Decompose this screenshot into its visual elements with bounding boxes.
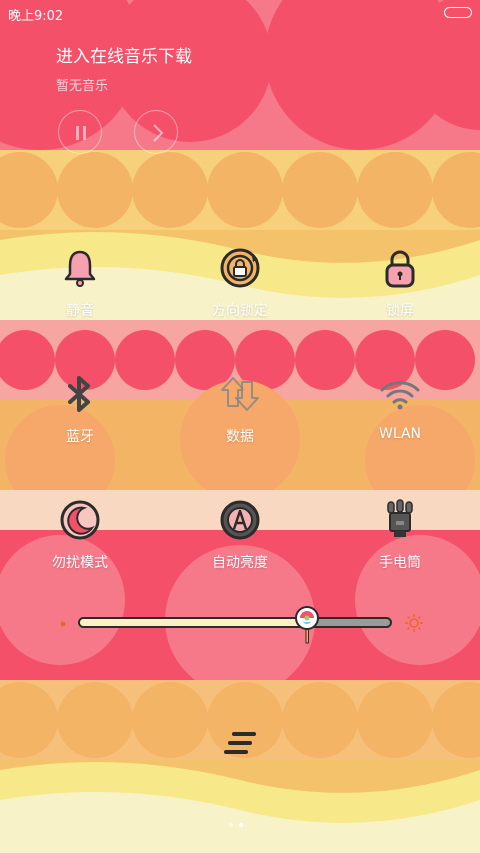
- toggle-label: 锁屏: [386, 303, 414, 319]
- toggle-mobile-data[interactable]: 数据: [180, 372, 300, 452]
- music-subtitle: 暂无音乐: [56, 79, 109, 94]
- auto-brightness-icon: [220, 500, 260, 540]
- toggle-label: 蓝牙: [66, 429, 94, 445]
- moon-icon: [60, 500, 100, 540]
- toggle-label: 静音: [66, 303, 94, 319]
- toggle-lock-screen[interactable]: 锁屏: [340, 246, 460, 326]
- chevron-right-icon: [153, 124, 164, 142]
- page-dot: [229, 823, 233, 827]
- page-dot-active: [239, 823, 243, 827]
- toggle-label: 手电筒: [379, 555, 421, 571]
- toggle-label: 自动亮度: [212, 555, 268, 571]
- data-arrows-icon: [221, 377, 259, 411]
- brightness-low-icon: [60, 621, 66, 627]
- brightness-slider[interactable]: [56, 604, 426, 644]
- play-pause-button[interactable]: [58, 110, 102, 154]
- music-widget[interactable]: 进入在线音乐下载 暂无音乐: [56, 42, 192, 94]
- toggle-wlan[interactable]: WLAN: [340, 372, 460, 452]
- edit-menu-button[interactable]: [222, 730, 258, 756]
- status-bar: 晚上9:02: [0, 0, 480, 26]
- toggle-do-not-disturb[interactable]: 勿扰模式: [20, 498, 140, 578]
- toggle-auto-brightness[interactable]: 自动亮度: [180, 498, 300, 578]
- rotation-lock-icon: [220, 248, 260, 288]
- toggle-rotation-lock[interactable]: 方向锁定: [180, 246, 300, 326]
- page-indicator: [226, 812, 254, 827]
- toggle-label: 数据: [226, 429, 254, 445]
- lollipop-thumb-icon[interactable]: [294, 605, 320, 645]
- brightness-fill: [80, 619, 307, 626]
- wifi-icon: [380, 381, 420, 410]
- status-time: 晚上9:02: [8, 9, 64, 24]
- brightness-high-icon: [405, 614, 423, 632]
- padlock-icon: [385, 250, 415, 288]
- bell-icon: [64, 250, 96, 287]
- battery-icon: [444, 7, 472, 18]
- toggle-label: 勿扰模式: [52, 555, 108, 571]
- toggle-mute[interactable]: 静音: [20, 246, 140, 326]
- next-track-button[interactable]: [134, 110, 178, 154]
- menu-lines-icon: [224, 732, 256, 754]
- toggle-label: WLAN: [378, 426, 421, 442]
- toggle-flashlight[interactable]: 手电筒: [340, 498, 460, 578]
- toggle-label: 方向锁定: [212, 303, 268, 319]
- flashlight-icon: [387, 499, 413, 537]
- bluetooth-icon: [68, 376, 90, 412]
- brightness-track[interactable]: [78, 617, 392, 628]
- pause-icon: [76, 126, 86, 140]
- music-title[interactable]: 进入在线音乐下载: [56, 42, 192, 67]
- toggle-bluetooth[interactable]: 蓝牙: [20, 372, 140, 452]
